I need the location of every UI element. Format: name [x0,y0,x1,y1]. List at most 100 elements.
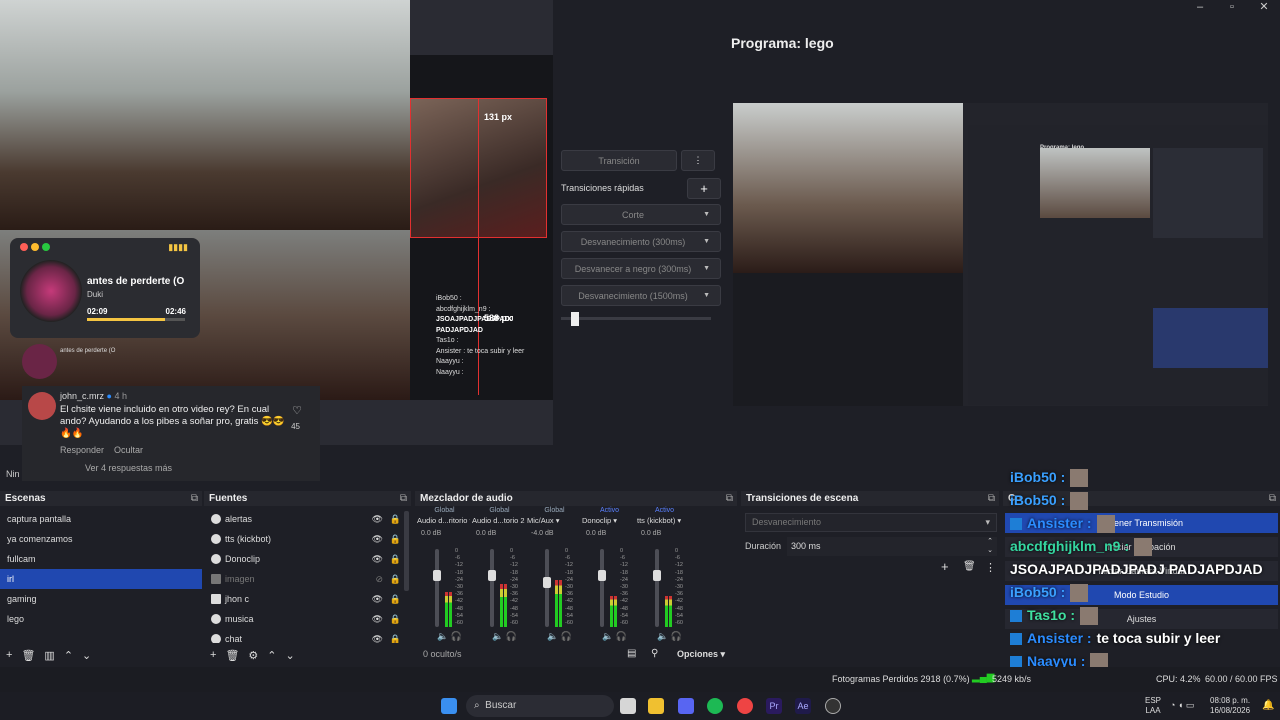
speaker-icon[interactable]: 🔈 [657,631,668,641]
task-view-icon[interactable] [620,698,636,714]
after-effects-icon[interactable]: Ae [795,698,811,714]
source-item-hidden[interactable]: imagen ⊘ 🔒 [204,569,411,589]
headphones-icon[interactable]: 🎧 [671,631,682,641]
lock-icon[interactable]: 🔒 [390,589,401,609]
fader-knob[interactable] [598,570,606,581]
spotify-icon[interactable] [707,698,723,714]
add-scene-icon[interactable]: + [6,649,12,661]
hide-button[interactable]: Ocultar [114,445,143,455]
lock-icon[interactable]: 🔒 [390,549,401,569]
move-down-icon[interactable]: ⌄ [286,649,295,662]
chrome-icon[interactable] [737,698,753,714]
heart-icon[interactable]: ♡ [292,404,302,417]
undock-icon[interactable]: ⧉ [726,491,733,506]
scene-item-active[interactable]: irl [0,569,202,589]
clock[interactable]: 08:08 p. m. 16/08/2026 [1210,696,1250,716]
volume-fader[interactable] [598,549,606,627]
source-item[interactable]: chat 👁 🔒 [204,629,411,643]
source-item[interactable]: jhon c 👁 🔒 [204,589,411,609]
eye-icon[interactable]: 👁 [372,549,383,569]
fader-knob[interactable] [543,577,551,588]
link-icon[interactable]: ⚲ [651,648,658,659]
scene-item[interactable]: captura pantalla [0,509,202,529]
eye-hidden-icon[interactable]: ⊘ [375,569,383,589]
eye-icon[interactable]: 👁 [372,509,383,529]
source-item[interactable]: Donoclip 👁 🔒 [204,549,411,569]
speaker-icon[interactable]: 🔈 [492,631,503,641]
fader-knob[interactable] [653,570,661,581]
headphones-icon[interactable]: 🎧 [561,631,572,641]
volume-fader[interactable] [488,549,496,627]
transition-button[interactable]: Transición [561,150,677,171]
scene-item[interactable]: fullcam [0,549,202,569]
lock-icon[interactable]: 🔒 [390,609,401,629]
tbar-handle[interactable] [571,312,579,326]
fader-knob[interactable] [488,570,496,581]
more-options-icon[interactable]: ⋮ [681,150,715,171]
network-icon[interactable]: ◔ ◖ ▭ [1170,700,1194,711]
channel-name[interactable]: tts (kickbot) ▾ [637,516,690,525]
eye-icon[interactable]: 👁 [372,609,383,629]
undock-icon[interactable]: ⧉ [400,491,407,506]
headphones-icon[interactable]: 🎧 [506,631,517,641]
add-transition-icon[interactable]: + [941,559,949,574]
scene-item[interactable]: ya comenzamos [0,529,202,549]
speaker-icon[interactable]: 🔈 [437,631,448,641]
close-button[interactable]: ✕ [1248,0,1280,14]
fader-knob[interactable] [433,570,441,581]
quick-transition-fade-1500[interactable]: Desvanecimiento (1500ms) ▼ [561,285,721,306]
eye-icon[interactable]: 👁 [372,529,383,549]
transition-select[interactable]: Desvanecimiento ▾ [745,513,997,532]
add-icon[interactable]: + [687,177,721,199]
scene-item[interactable]: lego [0,609,202,629]
preview-canvas[interactable]: 131 px 588 px ▮▮▮▮ antes de perderte (O … [0,0,553,445]
discord-icon[interactable] [678,698,694,714]
notification-icon[interactable]: 🔔 [1262,700,1274,711]
duration-field[interactable]: 300 ms ⌃ ⌄ [787,537,997,556]
filter-icon[interactable]: ▥ [44,649,54,662]
channel-name[interactable]: Mic/Aux ▾ [527,516,580,525]
windows-start-icon[interactable] [441,698,457,714]
properties-gear-icon[interactable]: ⚙ [248,649,258,662]
taskbar-search[interactable]: ⌕ Buscar [466,695,614,717]
speaker-icon[interactable]: 🔈 [547,631,558,641]
quick-transition-fade-black[interactable]: Desvanecer a negro (300ms) ▼ [561,258,721,279]
lock-icon[interactable]: 🔒 [390,509,401,529]
scene-item[interactable]: gaming [0,589,202,609]
channel-name[interactable]: Audio d...torio 2 ▾ [472,516,525,525]
lock-icon[interactable]: 🔒 [390,629,401,643]
volume-fader[interactable] [653,549,661,627]
move-up-icon[interactable]: ⌃ [267,649,276,662]
reply-button[interactable]: Responder [60,445,104,455]
mixer-options-button[interactable]: Opciones ▾ [677,649,725,660]
remove-scene-icon[interactable]: 🗑 [21,649,35,662]
transition-properties-icon[interactable]: ⋮ [985,561,996,574]
channel-name[interactable]: Donoclip ▾ [582,516,635,525]
channel-name[interactable]: Audio d...ritorio ▾ [417,516,470,525]
eye-icon[interactable]: 👁 [372,629,383,643]
move-down-icon[interactable]: ⌄ [82,649,91,662]
layout-icon[interactable]: ▤ [627,648,636,659]
language-indicator[interactable]: ESP LAA [1145,696,1161,716]
volume-fader[interactable] [543,549,551,627]
minimize-button[interactable]: – [1184,0,1216,14]
source-item[interactable]: alertas 👁 🔒 [204,509,411,529]
headphones-icon[interactable]: 🎧 [616,631,627,641]
volume-fader[interactable] [433,549,441,627]
lock-icon[interactable]: 🔒 [390,569,401,589]
lock-icon[interactable]: 🔒 [390,529,401,549]
source-item[interactable]: musica 👁 🔒 [204,609,411,629]
move-up-icon[interactable]: ⌃ [64,649,73,662]
undock-icon[interactable]: ⧉ [988,491,995,506]
eye-icon[interactable]: 👁 [372,589,383,609]
source-item[interactable]: tts (kickbot) 👁 🔒 [204,529,411,549]
premiere-icon[interactable]: Pr [766,698,782,714]
remove-transition-icon[interactable]: 🗑 [963,561,976,572]
more-replies-link[interactable]: Ver 4 respuestas más [85,463,172,473]
headphones-icon[interactable]: 🎧 [451,631,462,641]
add-source-icon[interactable]: + [210,649,216,661]
speaker-icon[interactable]: 🔈 [602,631,613,641]
quick-transition-cut[interactable]: Corte ▼ [561,204,721,225]
undock-icon[interactable]: ⧉ [191,491,198,506]
scrollbar[interactable] [404,511,409,591]
